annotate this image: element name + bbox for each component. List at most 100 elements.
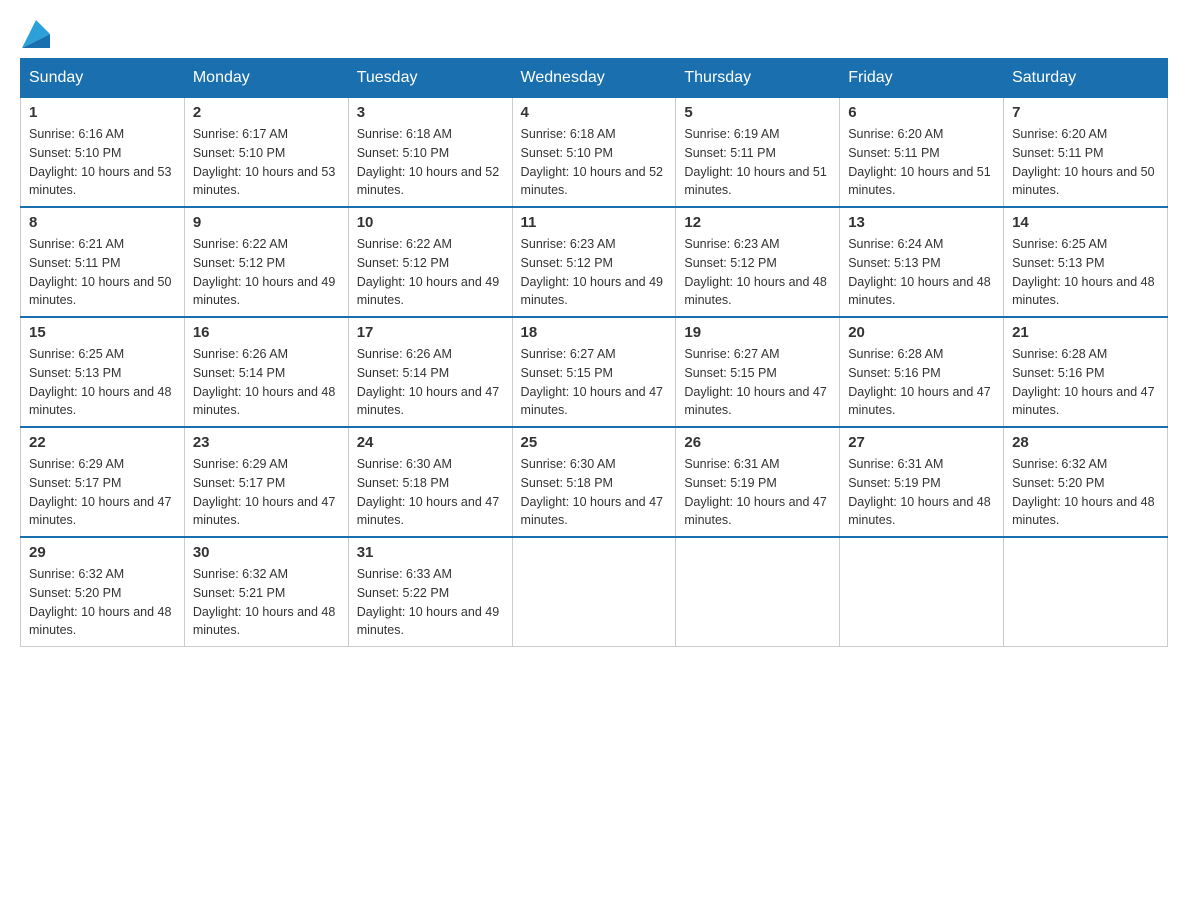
day-number: 9 [193,214,340,231]
day-info: Sunrise: 6:18 AMSunset: 5:10 PMDaylight:… [521,125,668,200]
day-number: 20 [848,324,995,341]
day-info: Sunrise: 6:31 AMSunset: 5:19 PMDaylight:… [684,455,831,530]
calendar-day-cell: 18 Sunrise: 6:27 AMSunset: 5:15 PMDayligh… [512,317,676,427]
calendar-empty-cell [676,537,840,647]
day-info: Sunrise: 6:33 AMSunset: 5:22 PMDaylight:… [357,565,504,640]
day-info: Sunrise: 6:22 AMSunset: 5:12 PMDaylight:… [357,235,504,310]
calendar-day-cell: 26 Sunrise: 6:31 AMSunset: 5:19 PMDayligh… [676,427,840,537]
calendar-day-cell: 6 Sunrise: 6:20 AMSunset: 5:11 PMDaylight… [840,98,1004,208]
day-info: Sunrise: 6:32 AMSunset: 5:20 PMDaylight:… [29,565,176,640]
day-number: 3 [357,104,504,121]
logo-icon [22,20,50,48]
calendar-empty-cell [1004,537,1168,647]
day-number: 17 [357,324,504,341]
day-number: 28 [1012,434,1159,451]
calendar-week-row: 8 Sunrise: 6:21 AMSunset: 5:11 PMDaylight… [21,207,1168,317]
calendar-day-cell: 13Sunrise: 6:24 AMSunset: 5:13 PMDayligh… [840,207,1004,317]
day-info: Sunrise: 6:24 AMSunset: 5:13 PMDaylight:… [848,235,995,310]
day-info: Sunrise: 6:17 AMSunset: 5:10 PMDaylight:… [193,125,340,200]
calendar-day-cell: 12 Sunrise: 6:23 AMSunset: 5:12 PMDayligh… [676,207,840,317]
calendar-day-cell: 17 Sunrise: 6:26 AMSunset: 5:14 PMDayligh… [348,317,512,427]
calendar-day-cell: 29 Sunrise: 6:32 AMSunset: 5:20 PMDayligh… [21,537,185,647]
calendar-day-cell: 10 Sunrise: 6:22 AMSunset: 5:12 PMDayligh… [348,207,512,317]
day-info: Sunrise: 6:27 AMSunset: 5:15 PMDaylight:… [684,345,831,420]
day-info: Sunrise: 6:20 AMSunset: 5:11 PMDaylight:… [848,125,995,200]
day-info: Sunrise: 6:32 AMSunset: 5:20 PMDaylight:… [1012,455,1159,530]
day-number: 19 [684,324,831,341]
day-info: Sunrise: 6:29 AMSunset: 5:17 PMDaylight:… [193,455,340,530]
day-info: Sunrise: 6:26 AMSunset: 5:14 PMDaylight:… [193,345,340,420]
calendar-week-row: 1 Sunrise: 6:16 AMSunset: 5:10 PMDaylight… [21,98,1168,208]
calendar-day-cell: 15Sunrise: 6:25 AMSunset: 5:13 PMDayligh… [21,317,185,427]
calendar-day-cell: 31 Sunrise: 6:33 AMSunset: 5:22 PMDayligh… [348,537,512,647]
day-number: 8 [29,214,176,231]
calendar-day-cell: 8 Sunrise: 6:21 AMSunset: 5:11 PMDaylight… [21,207,185,317]
calendar-day-cell: 28 Sunrise: 6:32 AMSunset: 5:20 PMDayligh… [1004,427,1168,537]
day-number: 29 [29,544,176,561]
calendar-day-cell: 23 Sunrise: 6:29 AMSunset: 5:17 PMDayligh… [184,427,348,537]
day-info: Sunrise: 6:18 AMSunset: 5:10 PMDaylight:… [357,125,504,200]
day-number: 6 [848,104,995,121]
day-info: Sunrise: 6:25 AMSunset: 5:13 PMDaylight:… [1012,235,1159,310]
day-number: 1 [29,104,176,121]
calendar-week-row: 15Sunrise: 6:25 AMSunset: 5:13 PMDayligh… [21,317,1168,427]
day-number: 24 [357,434,504,451]
calendar-day-cell: 22Sunrise: 6:29 AMSunset: 5:17 PMDayligh… [21,427,185,537]
calendar-day-cell: 14 Sunrise: 6:25 AMSunset: 5:13 PMDayligh… [1004,207,1168,317]
day-number: 7 [1012,104,1159,121]
day-number: 4 [521,104,668,121]
calendar-day-cell: 19 Sunrise: 6:27 AMSunset: 5:15 PMDayligh… [676,317,840,427]
day-info: Sunrise: 6:20 AMSunset: 5:11 PMDaylight:… [1012,125,1159,200]
logo [20,20,50,48]
calendar-empty-cell [840,537,1004,647]
calendar-day-cell: 21Sunrise: 6:28 AMSunset: 5:16 PMDayligh… [1004,317,1168,427]
day-info: Sunrise: 6:23 AMSunset: 5:12 PMDaylight:… [684,235,831,310]
day-number: 16 [193,324,340,341]
day-info: Sunrise: 6:28 AMSunset: 5:16 PMDaylight:… [848,345,995,420]
day-info: Sunrise: 6:26 AMSunset: 5:14 PMDaylight:… [357,345,504,420]
calendar-day-cell: 4 Sunrise: 6:18 AMSunset: 5:10 PMDaylight… [512,98,676,208]
day-info: Sunrise: 6:30 AMSunset: 5:18 PMDaylight:… [357,455,504,530]
day-info: Sunrise: 6:16 AMSunset: 5:10 PMDaylight:… [29,125,176,200]
calendar-week-row: 22Sunrise: 6:29 AMSunset: 5:17 PMDayligh… [21,427,1168,537]
day-info: Sunrise: 6:31 AMSunset: 5:19 PMDaylight:… [848,455,995,530]
calendar-day-cell: 20 Sunrise: 6:28 AMSunset: 5:16 PMDayligh… [840,317,1004,427]
day-number: 10 [357,214,504,231]
day-number: 18 [521,324,668,341]
day-info: Sunrise: 6:19 AMSunset: 5:11 PMDaylight:… [684,125,831,200]
day-number: 26 [684,434,831,451]
calendar-header-tuesday: Tuesday [348,59,512,98]
calendar-day-cell: 9 Sunrise: 6:22 AMSunset: 5:12 PMDaylight… [184,207,348,317]
calendar-table: SundayMondayTuesdayWednesdayThursdayFrid… [20,58,1168,647]
day-number: 12 [684,214,831,231]
calendar-day-cell: 7 Sunrise: 6:20 AMSunset: 5:11 PMDaylight… [1004,98,1168,208]
day-info: Sunrise: 6:30 AMSunset: 5:18 PMDaylight:… [521,455,668,530]
calendar-week-row: 29 Sunrise: 6:32 AMSunset: 5:20 PMDayligh… [21,537,1168,647]
calendar-day-cell: 24 Sunrise: 6:30 AMSunset: 5:18 PMDayligh… [348,427,512,537]
day-number: 27 [848,434,995,451]
day-number: 14 [1012,214,1159,231]
calendar-header-monday: Monday [184,59,348,98]
day-info: Sunrise: 6:29 AMSunset: 5:17 PMDaylight:… [29,455,176,530]
calendar-day-cell: 30 Sunrise: 6:32 AMSunset: 5:21 PMDayligh… [184,537,348,647]
day-info: Sunrise: 6:32 AMSunset: 5:21 PMDaylight:… [193,565,340,640]
day-number: 2 [193,104,340,121]
day-number: 21 [1012,324,1159,341]
page-header [20,20,1168,48]
calendar-day-cell: 2 Sunrise: 6:17 AMSunset: 5:10 PMDaylight… [184,98,348,208]
day-number: 11 [521,214,668,231]
calendar-day-cell: 1 Sunrise: 6:16 AMSunset: 5:10 PMDaylight… [21,98,185,208]
day-number: 30 [193,544,340,561]
day-info: Sunrise: 6:27 AMSunset: 5:15 PMDaylight:… [521,345,668,420]
calendar-day-cell: 25 Sunrise: 6:30 AMSunset: 5:18 PMDayligh… [512,427,676,537]
calendar-header-thursday: Thursday [676,59,840,98]
day-number: 25 [521,434,668,451]
calendar-day-cell: 11Sunrise: 6:23 AMSunset: 5:12 PMDayligh… [512,207,676,317]
day-info: Sunrise: 6:22 AMSunset: 5:12 PMDaylight:… [193,235,340,310]
day-info: Sunrise: 6:21 AMSunset: 5:11 PMDaylight:… [29,235,176,310]
day-number: 15 [29,324,176,341]
day-number: 23 [193,434,340,451]
day-number: 31 [357,544,504,561]
calendar-day-cell: 16 Sunrise: 6:26 AMSunset: 5:14 PMDayligh… [184,317,348,427]
calendar-day-cell: 27 Sunrise: 6:31 AMSunset: 5:19 PMDayligh… [840,427,1004,537]
